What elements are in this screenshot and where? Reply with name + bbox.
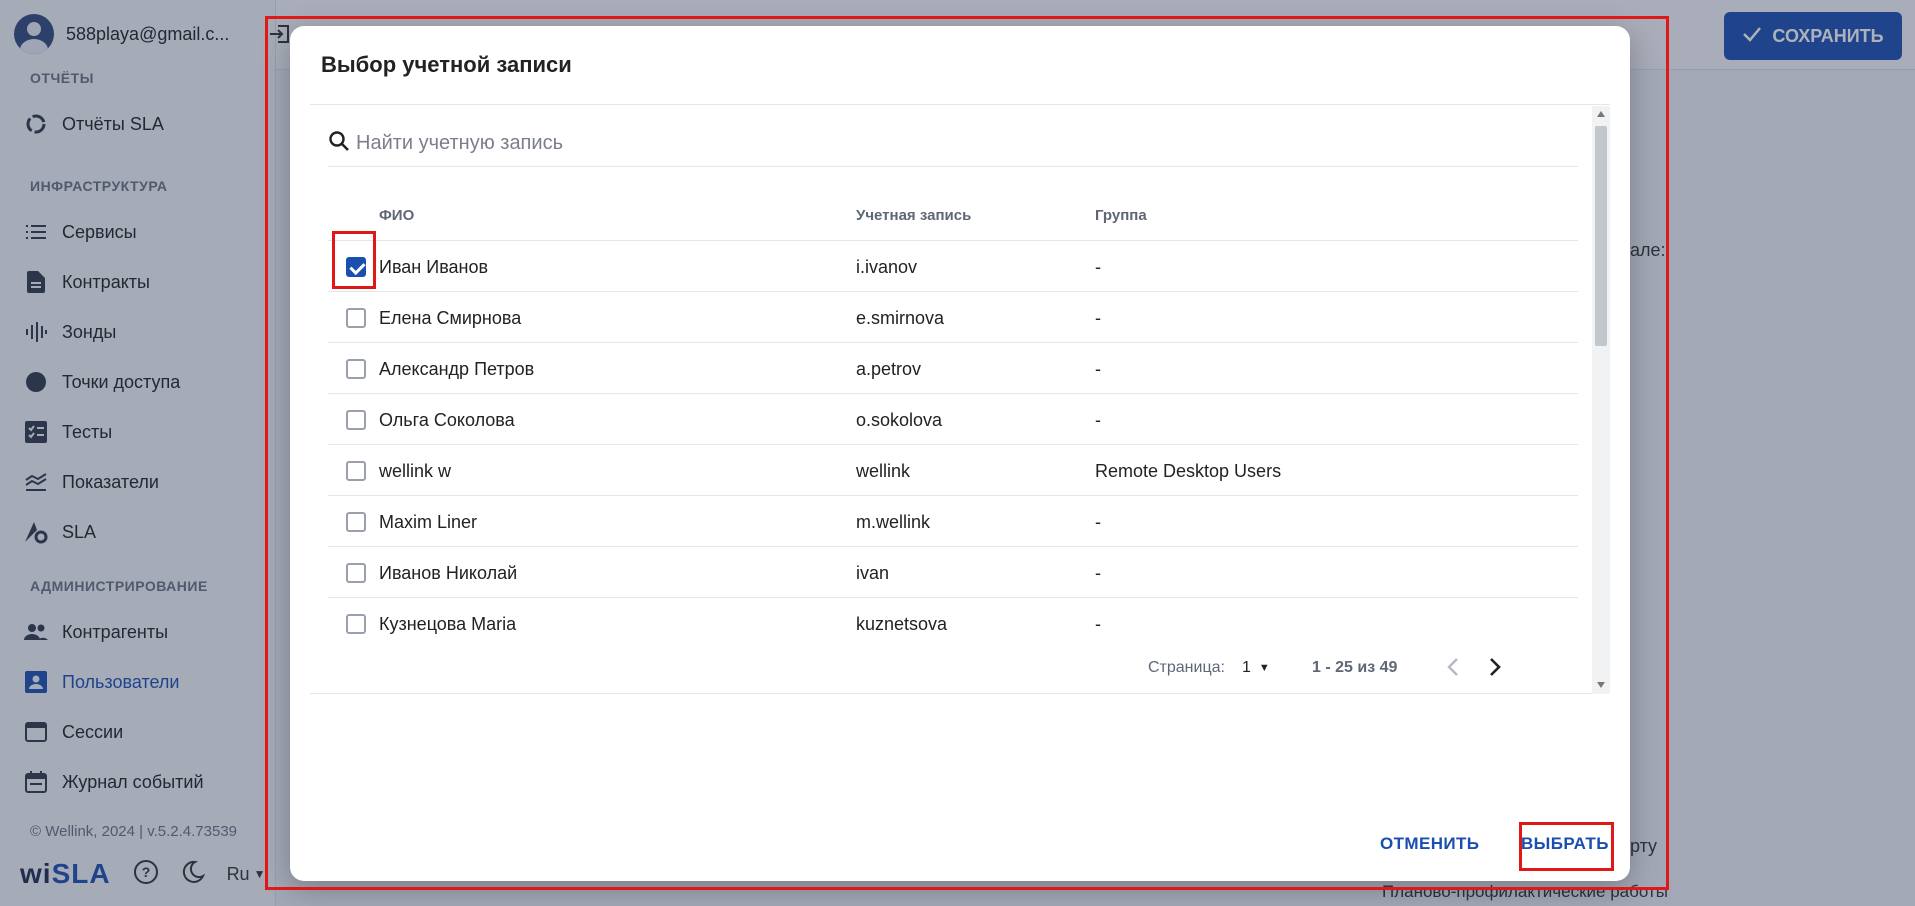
row-checkbox[interactable] [346, 614, 366, 634]
table-row[interactable]: Александр Петров a.petrov - [328, 343, 1578, 394]
cell-name: Иванов Николай [379, 563, 518, 583]
table-row[interactable]: Ольга Соколова o.sokolova - [328, 394, 1578, 445]
cell-account: m.wellink [856, 512, 931, 532]
chevron-left-icon[interactable] [1446, 657, 1460, 682]
cell-name: Александр Петров [379, 359, 535, 379]
page-select[interactable]: 1 ▼ [1242, 659, 1270, 677]
row-checkbox[interactable] [346, 461, 366, 481]
search-icon [328, 130, 350, 157]
scroll-down-icon[interactable] [1597, 682, 1605, 688]
column-header-group[interactable]: Группа [1095, 207, 1147, 224]
scroll-up-icon[interactable] [1597, 111, 1605, 117]
select-button[interactable]: ВЫБРАТЬ [1521, 834, 1609, 854]
cell-account: i.ivanov [856, 257, 918, 277]
cell-group: - [1095, 410, 1101, 430]
cell-group: - [1095, 614, 1101, 634]
scrollbar-thumb[interactable] [1595, 126, 1607, 346]
cell-account: kuznetsova [856, 614, 948, 634]
cell-name: Иван Иванов [379, 257, 489, 277]
cell-name: Елена Смирнова [379, 308, 522, 328]
table-row[interactable]: wellink w wellink Remote Desktop Users [328, 445, 1578, 496]
dialog-title: Выбор учетной записи [321, 52, 572, 77]
page-range: 1 - 25 из 49 [1312, 659, 1398, 676]
pagination: Страница: 1 ▼ 1 - 25 из 49 [310, 641, 1560, 693]
cell-name: Ольга Соколова [379, 410, 515, 430]
scrollbar[interactable] [1592, 106, 1610, 694]
table-header: ФИО Учетная запись Группа [328, 187, 1578, 241]
table-body: Иван Иванов i.ivanov - Елена Смирнова e.… [328, 241, 1578, 641]
row-checkbox[interactable] [346, 257, 366, 277]
cell-account: o.sokolova [856, 410, 943, 430]
column-header-name[interactable]: ФИО [379, 207, 414, 224]
table-row[interactable]: Иван Иванов i.ivanov - [328, 241, 1578, 292]
cell-group: - [1095, 563, 1101, 583]
search-input[interactable] [356, 132, 1256, 155]
cell-name: wellink w [379, 461, 452, 481]
cell-name: Maxim Liner [379, 512, 478, 532]
cell-group: Remote Desktop Users [1095, 461, 1282, 481]
cell-account: wellink [856, 461, 911, 481]
cell-group: - [1095, 257, 1101, 277]
row-checkbox[interactable] [346, 359, 366, 379]
page-label: Страница: [1148, 659, 1225, 676]
table-row[interactable]: Maxim Liner m.wellink - [328, 496, 1578, 547]
cell-account: e.smirnova [856, 308, 945, 328]
accounts-table: ФИО Учетная запись Группа Иван Иванов i.… [310, 104, 1610, 694]
cell-group: - [1095, 512, 1101, 532]
search-bar [328, 121, 1578, 167]
row-checkbox[interactable] [346, 410, 366, 430]
cell-account: a.petrov [856, 359, 922, 379]
cancel-button[interactable]: ОТМЕНИТЬ [1380, 834, 1479, 854]
row-checkbox[interactable] [346, 308, 366, 328]
account-select-dialog: Выбор учетной записи ФИО Учетная запись … [290, 26, 1630, 881]
table-row[interactable]: Кузнецова Maria kuznetsova - [328, 598, 1578, 641]
column-header-account[interactable]: Учетная запись [856, 207, 971, 224]
cell-account: ivan [856, 563, 890, 583]
cell-group: - [1095, 359, 1101, 379]
cell-name: Кузнецова Maria [379, 614, 517, 634]
table-row[interactable]: Елена Смирнова e.smirnova - [328, 292, 1578, 343]
row-checkbox[interactable] [346, 512, 366, 532]
row-checkbox[interactable] [346, 563, 366, 583]
cell-group: - [1095, 308, 1101, 328]
chevron-right-icon[interactable] [1488, 657, 1502, 682]
chevron-down-icon: ▼ [1258, 662, 1270, 674]
table-row[interactable]: Иванов Николай ivan - [328, 547, 1578, 598]
